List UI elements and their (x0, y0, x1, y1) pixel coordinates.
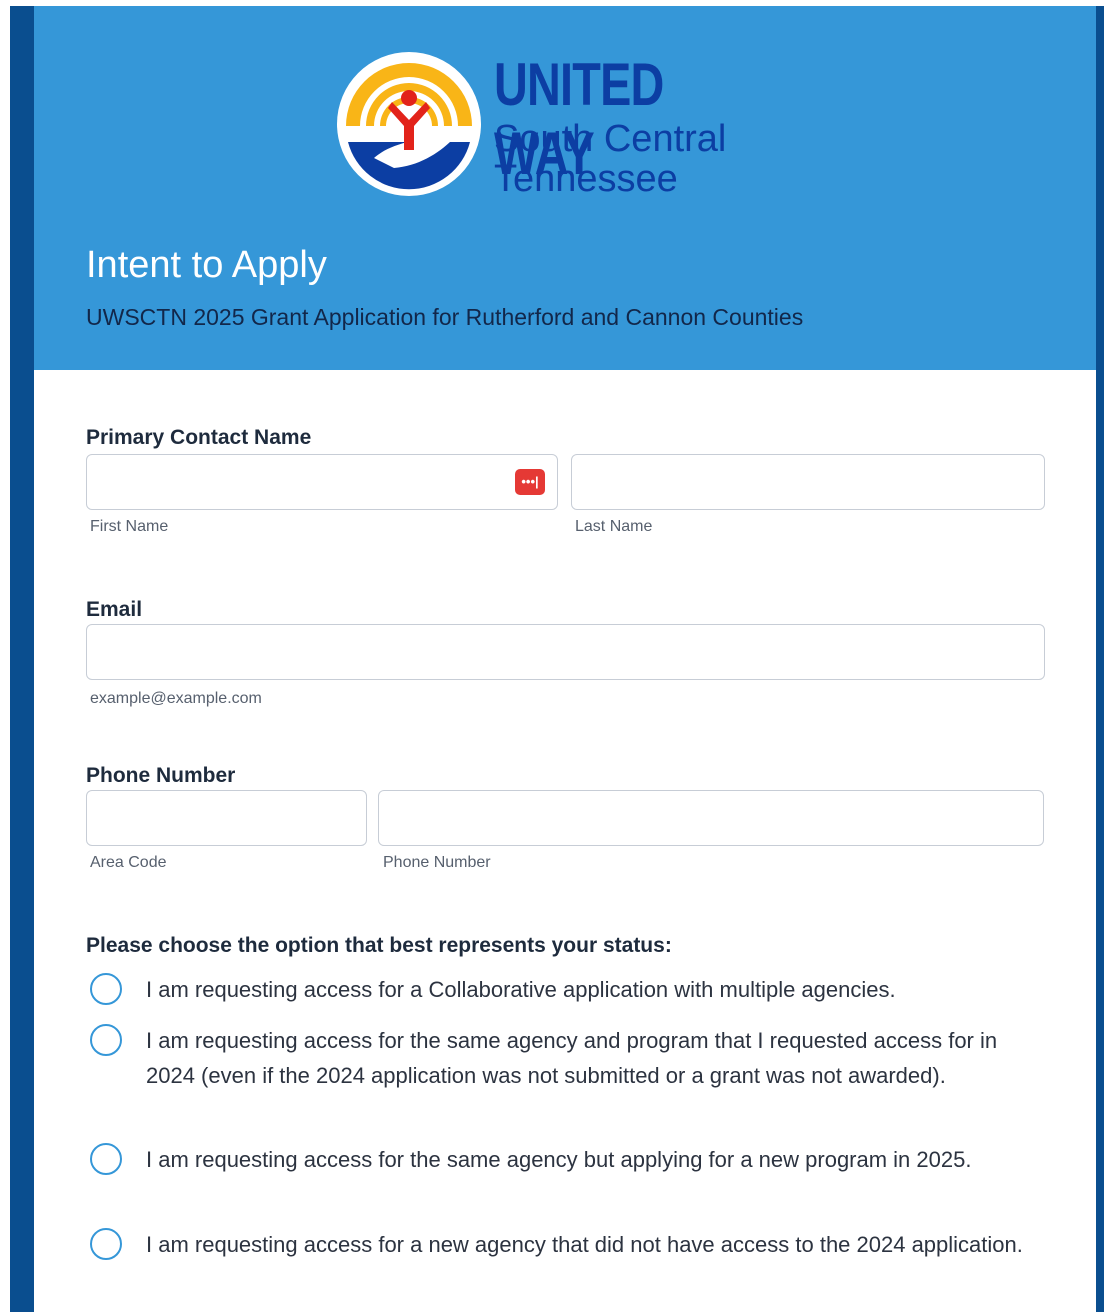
form-header: UNITED WAY South Central Tennessee Inten… (34, 6, 1096, 370)
status-option-4-radio[interactable] (90, 1228, 122, 1260)
form-subtitle: UWSCTN 2025 Grant Application for Ruther… (86, 304, 804, 330)
status-option-3-radio[interactable] (90, 1143, 122, 1175)
first-name-input[interactable]: •••| (86, 454, 558, 510)
status-option-1-radio[interactable] (90, 973, 122, 1005)
email-sublabel: example@example.com (90, 690, 262, 707)
right-border-stripe (1096, 6, 1104, 1312)
form-title: Intent to Apply (86, 244, 327, 286)
status-option-2-radio[interactable] (90, 1024, 122, 1056)
first-name-sublabel: First Name (90, 518, 169, 535)
form-body: Primary Contact Name •••| First Name Las… (34, 370, 1096, 1312)
phone-label: Phone Number (86, 764, 236, 787)
email-input[interactable] (86, 624, 1045, 680)
last-name-input[interactable] (571, 454, 1045, 510)
status-option-2-label[interactable]: I am requesting access for the same agen… (146, 1023, 1036, 1093)
status-option-4-label[interactable]: I am requesting access for a new agency … (146, 1227, 1036, 1262)
status-option-1-label[interactable]: I am requesting access for a Collaborati… (146, 972, 1036, 1007)
united-way-emblem-icon (337, 52, 481, 196)
page-edge (0, 0, 10, 1312)
status-question: Please choose the option that best repre… (86, 934, 672, 957)
email-label: Email (86, 598, 143, 621)
left-border-stripe (10, 6, 34, 1312)
area-code-sublabel: Area Code (90, 854, 167, 871)
united-way-logo: UNITED WAY South Central Tennessee (334, 46, 774, 206)
last-name-sublabel: Last Name (575, 518, 653, 535)
status-option-3-label[interactable]: I am requesting access for the same agen… (146, 1142, 1036, 1177)
logo-subtitle-1: South Central (494, 118, 727, 160)
area-code-input[interactable] (86, 790, 367, 846)
contact-name-label: Primary Contact Name (86, 426, 312, 449)
phone-number-sublabel: Phone Number (383, 854, 491, 871)
phone-number-input[interactable] (378, 790, 1044, 846)
password-manager-icon[interactable]: •••| (515, 469, 545, 495)
logo-subtitle-2: Tennessee (494, 158, 678, 200)
